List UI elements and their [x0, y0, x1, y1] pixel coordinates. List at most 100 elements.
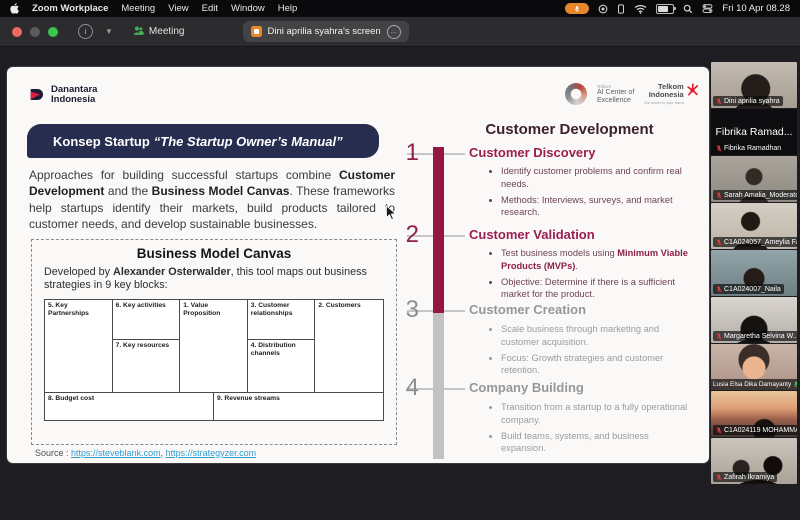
meeting-info-button[interactable]: i: [78, 24, 93, 39]
menu-item-help[interactable]: Help: [278, 3, 298, 14]
bullet-item: Methods: Interviews, surveys, and market…: [501, 194, 689, 220]
heading-customer-validation: Customer Validation: [469, 227, 595, 242]
heading-company-building: Company Building: [469, 380, 584, 395]
muted-mic-icon: [716, 286, 722, 293]
slide-title-prefix: Konsep Startup: [53, 134, 150, 149]
bmc-desc-bold: Alexander Osterwalder: [113, 266, 231, 278]
bmc-cell-customers: 2. Customers: [315, 300, 383, 392]
bullet-item: Focus: Growth strategies and customer re…: [501, 352, 689, 378]
bmc-cell-revenue-streams: 9. Revenue streams: [214, 393, 383, 420]
brand-line2: Indonesia: [51, 94, 95, 105]
participant-tile-lusia-speaking[interactable]: Lusia Elsa Dika Damayanty: [711, 344, 797, 390]
business-model-canvas-box: Business Model Canvas Developed by Alexa…: [31, 239, 397, 445]
source-link-steveblank: https://steveblank.com: [71, 448, 161, 458]
source-line: Source : https://steveblank.com, https:/…: [35, 448, 256, 458]
participant-name-label: Fibrika Ramadhan: [713, 143, 784, 153]
minimize-window-button[interactable]: [30, 27, 40, 37]
mic-in-use-indicator[interactable]: [565, 3, 589, 14]
participant-name: C1A024057_Ameylia Fa...: [724, 239, 797, 246]
fullscreen-window-button[interactable]: [48, 27, 58, 37]
muted-mic-icon: [716, 239, 722, 246]
apple-menu-icon[interactable]: [10, 3, 19, 14]
control-center-icon[interactable]: [702, 4, 713, 13]
menu-clock[interactable]: Fri 10 Apr 08.28: [722, 3, 790, 14]
participants-sidebar: Dini aprilia syahra Fibrika Ramad... Fib…: [711, 62, 798, 485]
bullet-item: Scale business through marketing and cus…: [501, 323, 689, 349]
muted-mic-icon: [716, 333, 722, 340]
camera-indicator-icon[interactable]: [598, 4, 608, 14]
bmc-desc-pre: Developed by: [44, 266, 113, 278]
bullets-customer-validation: Test business models using Minimum Viabl…: [489, 247, 689, 304]
participant-name-label: Dini aprilia syahra: [713, 96, 783, 106]
bmc-title: Business Model Canvas: [44, 246, 384, 261]
ai-coe-logo-icon: [565, 83, 587, 105]
timeline-bar-active: [433, 147, 444, 313]
wifi-icon[interactable]: [634, 4, 647, 14]
participant-tile-naila[interactable]: C1A024007_Naila: [711, 250, 797, 296]
bullets-customer-creation: Scale business through marketing and cus…: [489, 323, 689, 380]
menu-item-view[interactable]: View: [168, 3, 188, 14]
source-label: Source :: [35, 448, 71, 458]
participant-tile-ameylia[interactable]: C1A024057_Ameylia Fa...: [711, 203, 797, 249]
participant-name: C1A024007_Naila: [724, 286, 781, 293]
participant-name: Sarah Amalia_Moderator: [724, 192, 797, 199]
shared-screen-tab-label: Dini aprilia syahra's screen: [268, 26, 381, 37]
muted-mic-icon: [716, 145, 722, 152]
bullet-item: Identify customer problems and confirm r…: [501, 165, 689, 191]
participant-name-label: Sarah Amalia_Moderator: [713, 190, 797, 200]
menu-item-meeting[interactable]: Meeting: [121, 3, 155, 14]
participant-name: Zafirah Ikramiya: [724, 474, 774, 481]
participant-name-label: C1A024007_Naila: [713, 284, 784, 294]
intro-text-1: Approaches for building successful start…: [29, 168, 339, 182]
tab-options-button[interactable]: …: [387, 25, 401, 39]
muted-mic-icon: [716, 427, 722, 434]
bmc-cell-distribution-channels: 4. Distribution channels: [248, 340, 316, 392]
participant-name: Margaretha Selvina W...: [724, 333, 797, 340]
intro-text-2: and the: [104, 184, 151, 198]
meeting-tab-label: Meeting: [149, 26, 185, 37]
bmc-cell-key-partnerships: 5. Key Partnerships: [45, 300, 113, 392]
close-window-button[interactable]: [12, 27, 22, 37]
chevron-down-icon[interactable]: ▼: [105, 27, 113, 36]
shared-screen-slide: Danantara Indonesia Telkom AI Center of …: [7, 67, 709, 463]
tab-meeting[interactable]: Meeting: [133, 25, 185, 39]
participant-tile-fibrika[interactable]: Fibrika Ramad... Fibrika Ramadhan: [711, 109, 797, 155]
bullet-text: Test business models using: [501, 248, 617, 258]
muted-mic-icon: [716, 98, 722, 105]
bmc-table: 5. Key Partnerships 6. Key activities 7.…: [44, 299, 384, 421]
bullet-item: Test business models using Minimum Viabl…: [501, 247, 689, 273]
participant-name-label: C1A024057_Ameylia Fa...: [713, 237, 797, 247]
step-number-2: 2: [393, 223, 419, 247]
participant-tile-sarah[interactable]: Sarah Amalia_Moderator: [711, 156, 797, 202]
intro-paragraph: Approaches for building successful start…: [29, 167, 395, 232]
participant-tile-zafirah[interactable]: Zafirah Ikramiya: [711, 438, 797, 484]
search-icon[interactable]: [683, 4, 693, 14]
bmc-description: Developed by Alexander Osterwalder, this…: [44, 266, 384, 293]
step-number-3: 3: [393, 298, 419, 322]
tab-shared-screen[interactable]: Dini aprilia syahra's screen …: [243, 21, 409, 42]
bullet-item: Transition from a startup to a fully ope…: [501, 401, 689, 427]
participant-tile-dini[interactable]: Dini aprilia syahra: [711, 62, 797, 108]
battery-icon[interactable]: [656, 4, 674, 14]
active-mic-icon: [793, 381, 797, 388]
menu-item-edit[interactable]: Edit: [202, 3, 218, 14]
menu-item-window[interactable]: Window: [231, 3, 265, 14]
telkom-logo-icon: [686, 83, 699, 96]
meeting-icon: [133, 25, 144, 39]
slide-title-banner: Konsep Startup “The Startup Owner’s Manu…: [27, 124, 379, 158]
step-number-4: 4: [393, 376, 419, 400]
display-icon[interactable]: [617, 4, 625, 14]
participant-name-label: C1A024119 MOHAMMA...: [713, 425, 797, 435]
heading-customer-discovery: Customer Discovery: [469, 145, 595, 160]
telkom-tagline: the world in your hand: [644, 101, 683, 105]
menu-item-app[interactable]: Zoom Workplace: [32, 3, 108, 14]
timeline-bar-inactive: [433, 313, 444, 459]
muted-mic-icon: [716, 474, 722, 481]
participant-tile-mohamma[interactable]: C1A024119 MOHAMMA...: [711, 391, 797, 437]
zoom-app-window: Zoom Workplace Meeting View Edit Window …: [0, 0, 800, 520]
screen-share-icon: [251, 26, 262, 37]
bullet-item: Build teams, systems, and business expan…: [501, 430, 689, 456]
participant-tile-margaretha[interactable]: Margaretha Selvina W...: [711, 297, 797, 343]
telkom-line2: Indonesia: [649, 90, 684, 99]
bullets-company-building: Transition from a startup to a fully ope…: [489, 401, 689, 458]
